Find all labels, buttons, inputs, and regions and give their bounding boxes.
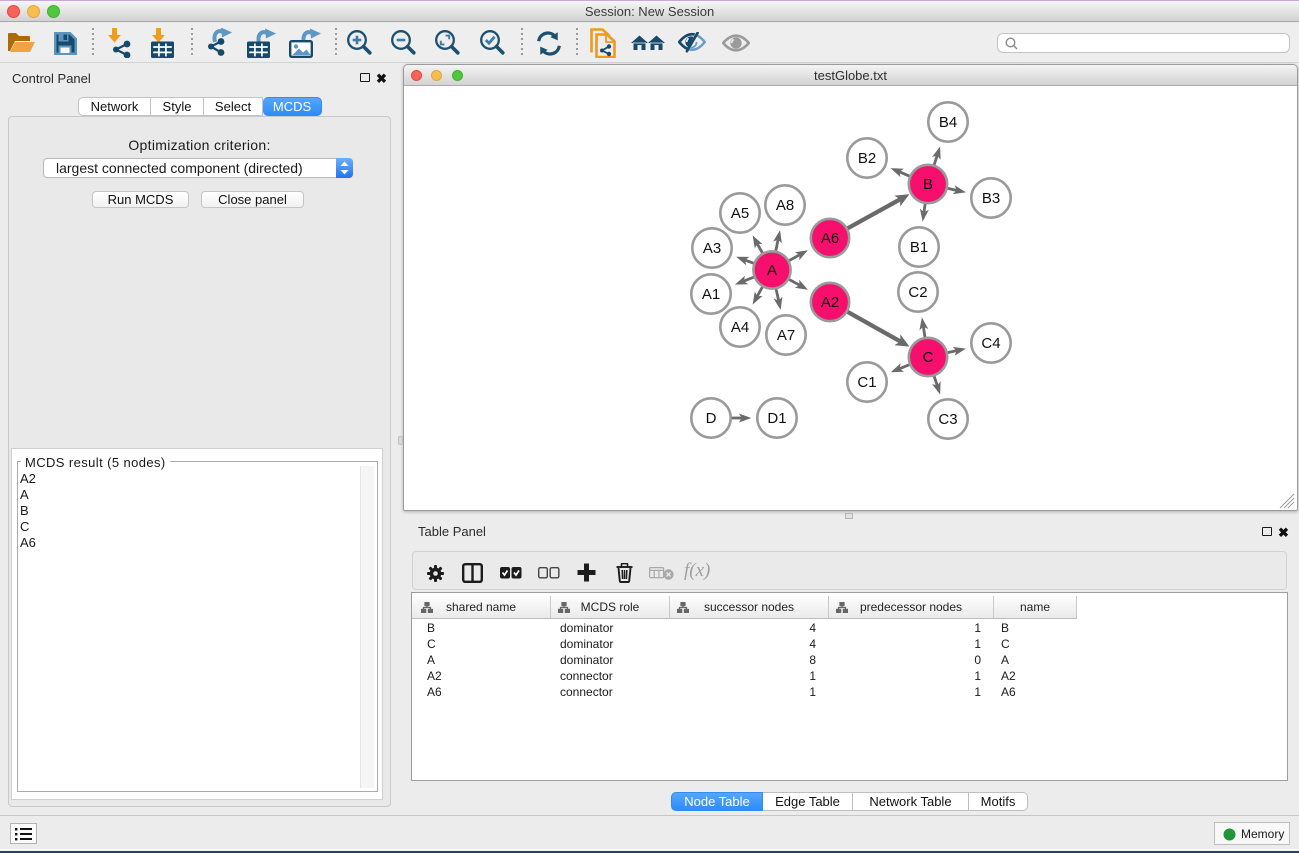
svg-text:A6: A6 (821, 230, 839, 247)
svg-text:D: D (706, 410, 717, 427)
svg-text:B3: B3 (982, 190, 1000, 207)
svg-text:A3: A3 (703, 240, 721, 257)
svg-text:B2: B2 (858, 150, 876, 167)
svg-text:A5: A5 (731, 205, 749, 222)
svg-text:A1: A1 (702, 286, 720, 303)
svg-text:A2: A2 (821, 294, 839, 311)
svg-text:C: C (923, 349, 934, 366)
svg-text:D1: D1 (767, 410, 786, 427)
svg-text:A8: A8 (776, 197, 794, 214)
svg-text:C2: C2 (908, 284, 927, 301)
svg-text:B4: B4 (939, 114, 957, 131)
svg-text:B1: B1 (910, 239, 928, 256)
svg-text:A: A (767, 262, 777, 279)
svg-text:A4: A4 (731, 319, 749, 336)
svg-text:C4: C4 (981, 335, 1000, 352)
svg-text:B: B (923, 176, 933, 193)
svg-text:C3: C3 (938, 411, 957, 428)
svg-text:A7: A7 (777, 327, 795, 344)
svg-text:C1: C1 (857, 374, 876, 391)
